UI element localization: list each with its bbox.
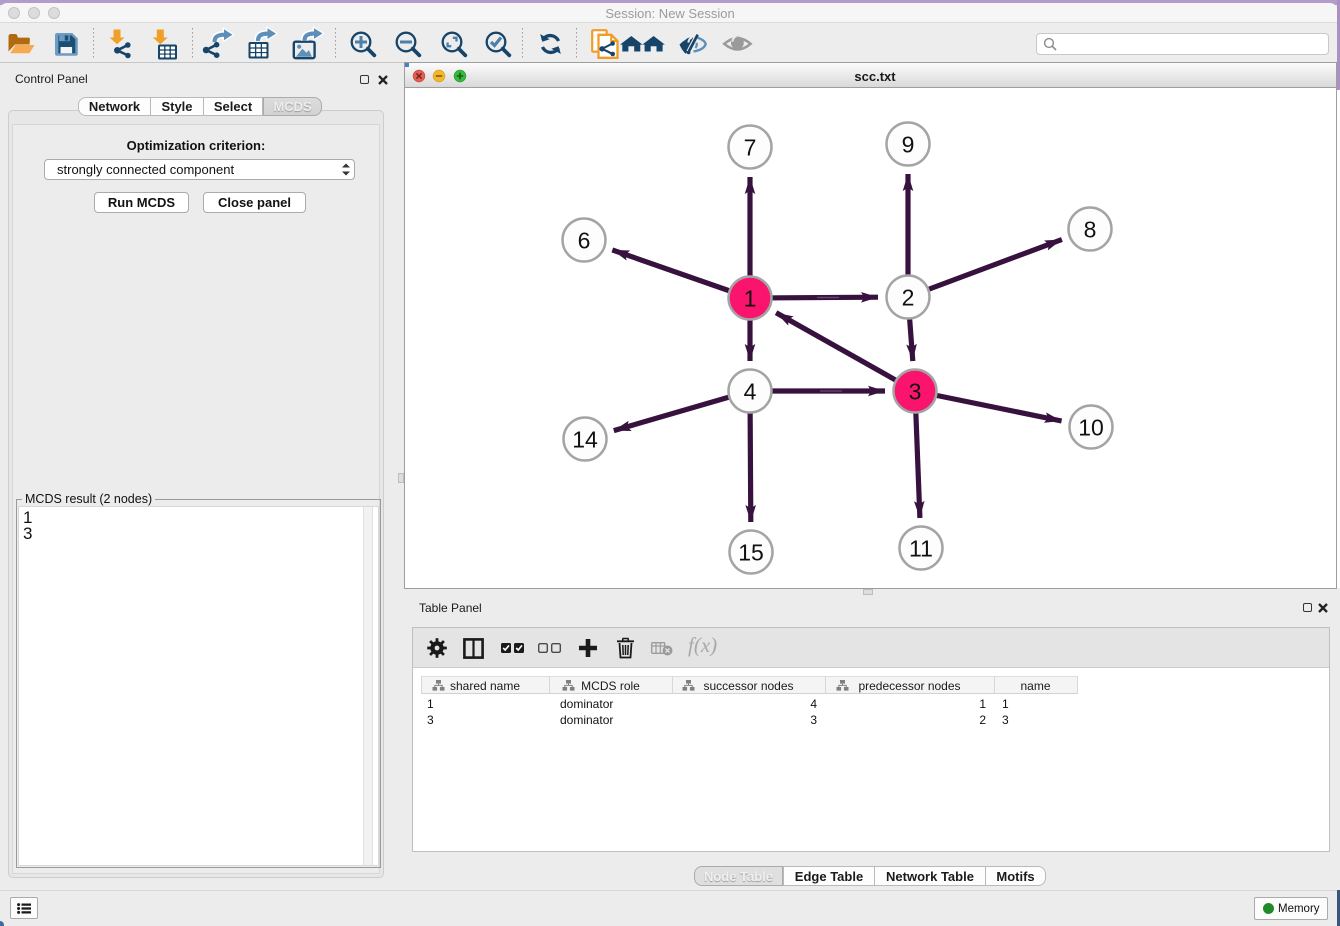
svg-text:8: 8 (1084, 216, 1097, 242)
svg-text:11: 11 (909, 535, 933, 561)
svg-text:14: 14 (572, 426, 598, 452)
svg-text:2: 2 (902, 284, 915, 310)
svg-text:4: 4 (744, 378, 757, 404)
svg-text:3: 3 (909, 378, 922, 404)
svg-text:9: 9 (902, 131, 915, 157)
svg-text:7: 7 (744, 134, 757, 160)
svg-text:6: 6 (578, 227, 591, 253)
svg-text:1: 1 (744, 285, 757, 311)
svg-text:15: 15 (738, 539, 764, 565)
svg-text:10: 10 (1078, 414, 1104, 440)
